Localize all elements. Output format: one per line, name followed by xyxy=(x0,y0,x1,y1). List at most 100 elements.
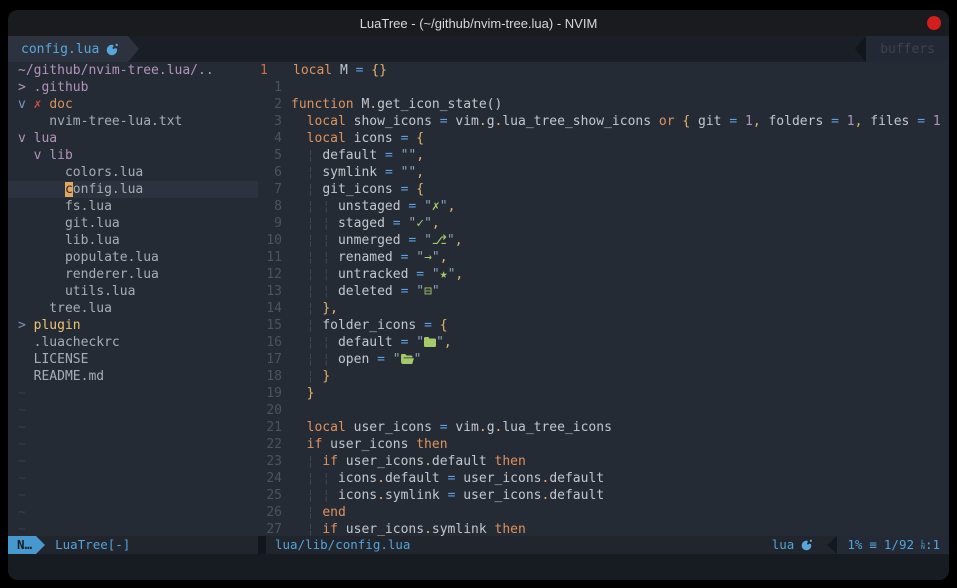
code-line-text: local user_icons = vim.g.lua_tree_icons xyxy=(291,419,612,436)
tree-item-tree.lua[interactable]: tree.lua xyxy=(8,300,258,317)
tree-item-doc[interactable]: v ✗ doc xyxy=(8,96,258,113)
code-line-28[interactable]: 27 ¦ if user_icons.symlink then xyxy=(258,521,949,536)
line-number-relative: 7 xyxy=(258,181,282,198)
statusline: N… LuaTree[-] lua/lib/config.lua lua xyxy=(8,536,949,554)
code-line-23[interactable]: 22 if user_icons then xyxy=(258,436,949,453)
tree-item-fs.lua[interactable]: fs.lua xyxy=(8,198,258,215)
code-line-2[interactable]: 1 xyxy=(258,79,949,96)
code-line-8[interactable]: 7 ¦ git_icons = { xyxy=(258,181,949,198)
text-segment: " xyxy=(424,233,432,248)
code-line-13[interactable]: 12 ¦ ¦ untracked = "★", xyxy=(258,266,949,283)
tree-item-colors.lua[interactable]: colors.lua xyxy=(8,164,258,181)
tree-item-nvim-tree-lua.txt[interactable]: nvim-tree-lua.txt xyxy=(8,113,258,130)
text-segment: README.md xyxy=(18,369,104,384)
code-line-24[interactable]: 23 ¦ if user_icons.default then xyxy=(258,453,949,470)
code-line-27[interactable]: 26 ¦ end xyxy=(258,504,949,521)
code-line-3[interactable]: 2function M.get_icon_state() xyxy=(258,96,949,113)
code-line-4[interactable]: 3 local show_icons = vim.g.lua_tree_show… xyxy=(258,113,949,130)
text-segment: , xyxy=(753,114,761,129)
line-col-indicator: L N :1 xyxy=(921,536,940,554)
code-line-26[interactable]: 25 ¦ ¦ icons.symlink = user_icons.defaul… xyxy=(258,487,949,504)
code-line-text: } xyxy=(291,385,314,402)
close-icon[interactable] xyxy=(927,16,941,30)
tree-item-populate.lua[interactable]: populate.lua xyxy=(8,249,258,266)
tree-item-LICENSE[interactable]: LICENSE xyxy=(8,351,258,368)
text-segment: ¦ xyxy=(322,335,330,350)
text-segment xyxy=(330,199,338,214)
code-line-16[interactable]: 15 ¦ folder_icons = { xyxy=(258,317,949,334)
code-line-9[interactable]: 8 ¦ ¦ unstaged = "✗", xyxy=(258,198,949,215)
code-line-5[interactable]: 4 local icons = { xyxy=(258,130,949,147)
code-line-15[interactable]: 14 ¦ }, xyxy=(258,300,949,317)
tab-arrow-separator xyxy=(128,36,139,62)
line-number-relative: 8 xyxy=(258,198,282,215)
tree-item-lua[interactable]: v lua xyxy=(8,130,258,147)
tree-item-git.lua[interactable]: git.lua xyxy=(8,215,258,232)
tab-config-lua[interactable]: config.lua xyxy=(8,36,128,62)
text-segment: nvim-tree-lua.txt xyxy=(18,114,182,129)
tree-item-lib[interactable]: v lib xyxy=(8,147,258,164)
text-segment: default xyxy=(549,471,604,486)
text-segment: if xyxy=(307,437,323,452)
text-segment: ¦ xyxy=(322,471,330,486)
tree-item-plugin[interactable]: > plugin xyxy=(8,317,258,334)
text-segment: } xyxy=(307,386,315,401)
code-line-12[interactable]: 11 ¦ ¦ renamed = "→", xyxy=(258,249,949,266)
command-line[interactable] xyxy=(8,554,949,580)
code-line-19[interactable]: 18 ¦ } xyxy=(258,368,949,385)
tabline-spacer xyxy=(139,36,855,62)
line-number-relative: 19 xyxy=(258,385,282,402)
text-segment: ¦ xyxy=(322,352,330,367)
statusline-window-title: LuaTree[-] xyxy=(55,536,130,554)
tree-item-README.md[interactable]: README.md xyxy=(8,368,258,385)
text-segment: user_icons xyxy=(455,471,541,486)
code-line-11[interactable]: 10 ¦ ¦ unmerged = "⎇", xyxy=(258,232,949,249)
text-segment: then xyxy=(495,522,526,536)
text-segment: = xyxy=(377,352,385,367)
text-segment: { xyxy=(440,318,448,333)
code-line-25[interactable]: 24 ¦ ¦ icons.default = user_icons.defaul… xyxy=(258,470,949,487)
tree-item-renderer.lua[interactable]: renderer.lua xyxy=(8,266,258,283)
code-line-21[interactable]: 20 xyxy=(258,402,949,419)
code-line-14[interactable]: 13 ¦ ¦ deleted = "⊟" xyxy=(258,283,949,300)
code-line-text: ¦ ¦ untracked = "★", xyxy=(291,266,463,283)
tree-filler-line: ~ xyxy=(8,521,258,536)
code-line-18[interactable]: 17 ¦ ¦ open = "" xyxy=(258,351,949,368)
text-segment: folder_icons xyxy=(322,318,424,333)
text-segment: vim xyxy=(448,420,479,435)
code-line-7[interactable]: 6 ¦ symlink = "", xyxy=(258,164,949,181)
text-segment: deleted xyxy=(338,284,401,299)
tree-item-.github[interactable]: > .github xyxy=(8,79,258,96)
text-segment: = xyxy=(424,318,432,333)
text-segment: default xyxy=(385,471,448,486)
text-segment xyxy=(393,148,401,163)
mode-badge-arrow xyxy=(36,536,45,554)
tree-item-.luacheckrc[interactable]: .luacheckrc xyxy=(8,334,258,351)
text-segment: " xyxy=(424,216,432,231)
tree-item-utils.lua[interactable]: utils.lua xyxy=(8,283,258,300)
text-segment xyxy=(291,471,307,486)
tree-item-config.lua[interactable]: config.lua xyxy=(8,181,258,198)
code-line-17[interactable]: 16 ¦ ¦ default = "", xyxy=(258,334,949,351)
text-segment: " xyxy=(416,284,424,299)
code-line-6[interactable]: 5 ¦ default = "", xyxy=(258,147,949,164)
code-line-22[interactable]: 21 local user_icons = vim.g.lua_tree_ico… xyxy=(258,419,949,436)
tree-item-root-path[interactable]: ~/github/nvim-tree.lua/.. xyxy=(8,62,258,79)
text-segment xyxy=(291,233,307,248)
statusline-code-window: lua/lib/config.lua lua 1% ≡ 1/92 xyxy=(266,536,949,554)
tilde-marker: ~ xyxy=(18,505,26,520)
box-minus-icon: ⊟ xyxy=(424,284,432,299)
code-line-20[interactable]: 19 } xyxy=(258,385,949,402)
lua-moon-icon xyxy=(106,43,119,56)
text-segment: local xyxy=(293,63,332,78)
code-line-10[interactable]: 9 ¦ ¦ staged = "✓", xyxy=(258,215,949,232)
tree-item-lib.lua[interactable]: lib.lua xyxy=(8,232,258,249)
statusline-filetype: lua xyxy=(772,536,814,554)
text-segment: untracked xyxy=(338,267,416,282)
line-number-relative: 16 xyxy=(258,334,282,351)
text-segment: { xyxy=(416,182,424,197)
code-line-1[interactable]: 1local M = {} xyxy=(258,62,949,79)
text-segment xyxy=(291,522,307,536)
text-segment: user_icons xyxy=(338,522,424,536)
text-segment: . xyxy=(377,471,385,486)
